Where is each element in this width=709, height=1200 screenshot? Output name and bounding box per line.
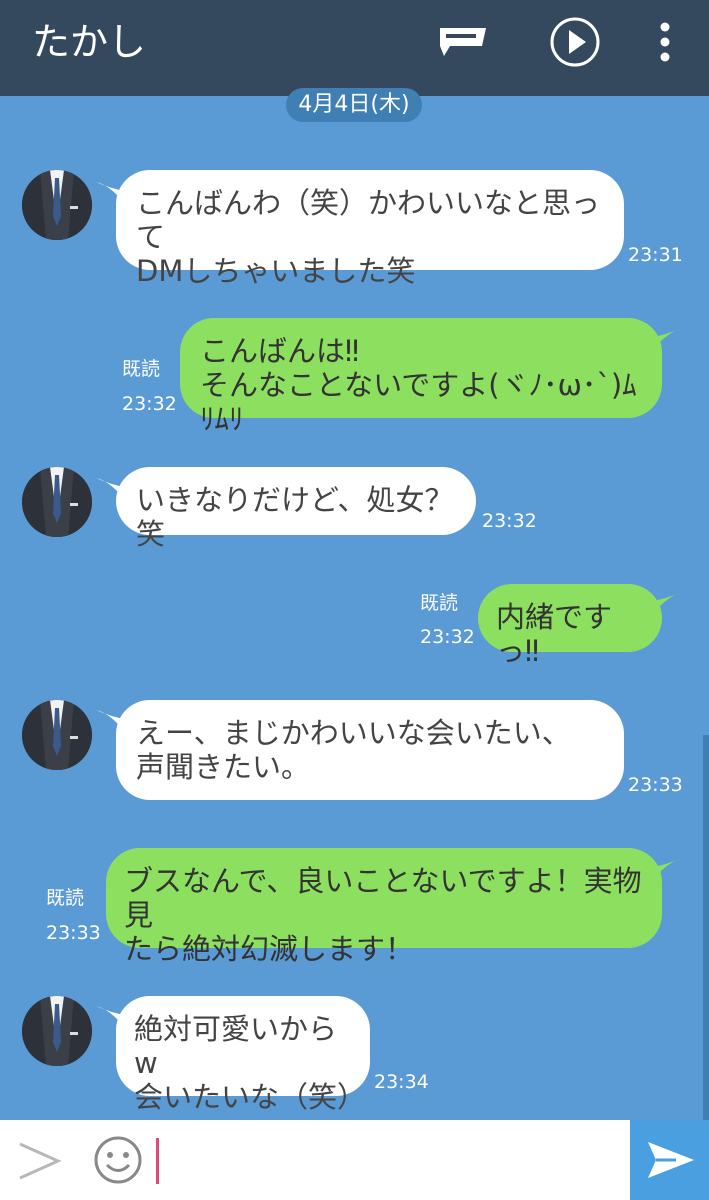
- bubble-tail: [646, 326, 682, 360]
- bubble-tail: [646, 856, 682, 890]
- message-bubble-outgoing[interactable]: ブスなんで、良いことないですよ！実物見 たら絶対幻滅します！: [106, 848, 662, 966]
- message-bubble-outgoing[interactable]: 内緒ですっ‼: [478, 584, 662, 668]
- send-button[interactable]: [630, 1120, 709, 1200]
- play-circle-icon[interactable]: [548, 15, 602, 73]
- message-time: 23:33: [628, 774, 683, 796]
- expand-chevron-icon[interactable]: [16, 1140, 62, 1186]
- message-bubble-outgoing[interactable]: こんばんは‼ そんなことないですよ(ヾﾉ･ω･`)ﾑﾘﾑﾘ: [180, 318, 662, 436]
- message-bubble-incoming[interactable]: えー、まじかわいいな会いたい、 声聞きたい。: [116, 700, 624, 800]
- message-bubble-incoming[interactable]: いきなりだけど、処女？笑: [116, 467, 476, 551]
- avatar[interactable]: [22, 996, 92, 1066]
- message-input[interactable]: [160, 1134, 620, 1186]
- emoji-icon[interactable]: [92, 1134, 144, 1190]
- read-receipt: 既読: [46, 887, 85, 909]
- scrollbar[interactable]: [703, 735, 709, 1120]
- message-bubble-incoming[interactable]: こんばんわ（笑）かわいいなと思って DMしちゃいました笑: [116, 170, 624, 288]
- message-icon[interactable]: [436, 24, 490, 64]
- send-icon: [646, 1140, 696, 1184]
- message-time: 23:32: [482, 510, 537, 532]
- app-header: たかし: [0, 0, 709, 96]
- input-bar: [0, 1120, 709, 1200]
- date-label: 4月4日(木): [286, 88, 422, 122]
- avatar[interactable]: [22, 700, 92, 770]
- read-receipt: 既読: [122, 358, 161, 380]
- chat-title: たかし: [32, 20, 147, 64]
- read-receipt: 既読: [420, 592, 459, 614]
- avatar[interactable]: [22, 467, 92, 537]
- avatar[interactable]: [22, 170, 92, 240]
- bubble-tail: [646, 590, 682, 624]
- message-time: 23:33: [46, 922, 101, 944]
- more-vertical-icon[interactable]: [655, 20, 675, 68]
- message-time: 23:32: [122, 393, 177, 415]
- message-time: 23:34: [374, 1071, 429, 1093]
- message-time: 23:31: [628, 244, 683, 266]
- message-time: 23:32: [420, 626, 475, 648]
- text-cursor: [156, 1138, 159, 1184]
- message-bubble-incoming[interactable]: 絶対可愛いからw 会いたいな（笑）: [116, 996, 370, 1114]
